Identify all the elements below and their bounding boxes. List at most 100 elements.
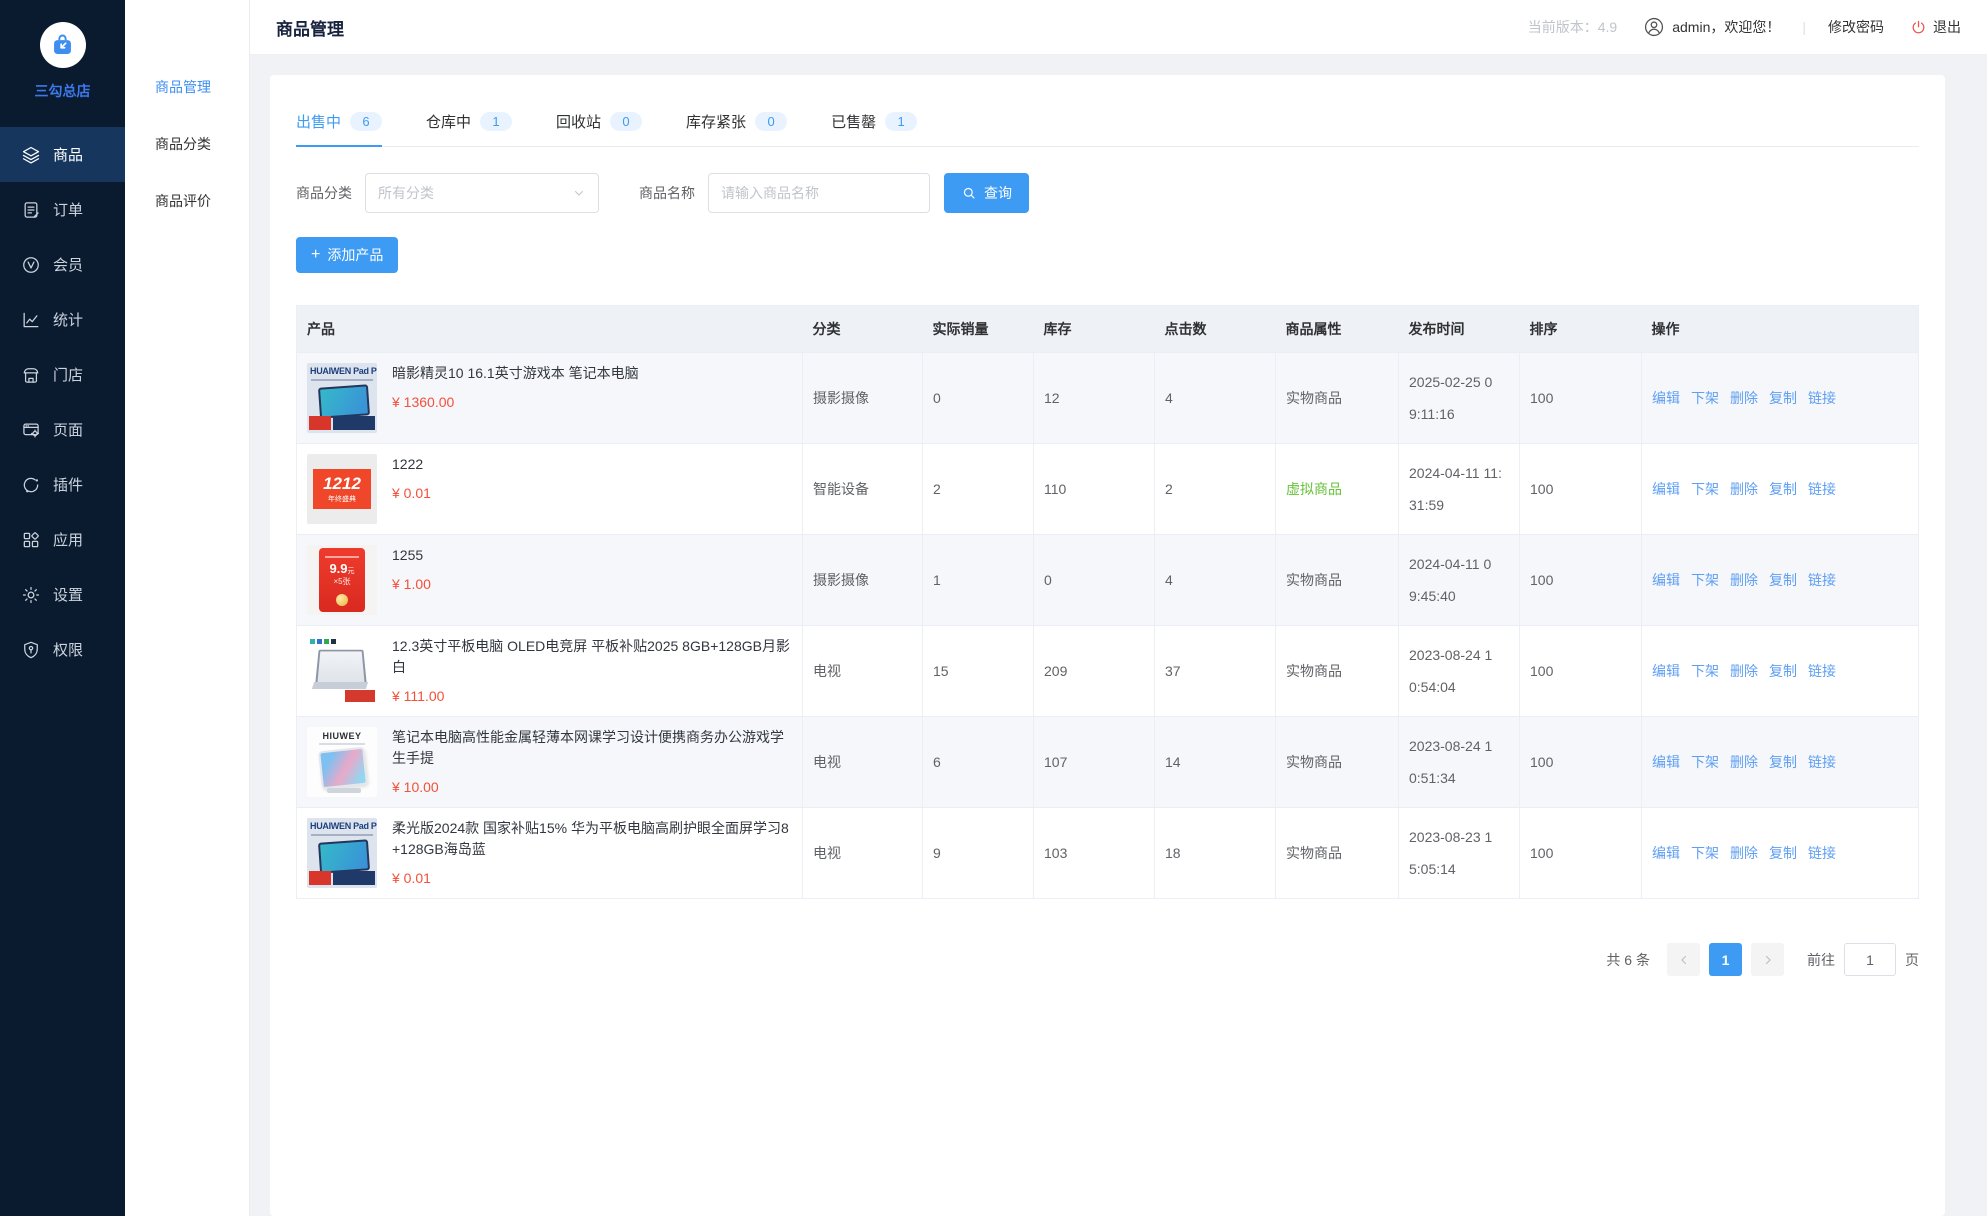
- action-copy[interactable]: 复制: [1769, 388, 1797, 408]
- sidebar-item-permission[interactable]: 权限: [0, 622, 125, 677]
- tab-recycle[interactable]: 回收站 0: [556, 101, 642, 146]
- submenu-item-manage[interactable]: 商品管理: [125, 58, 249, 115]
- tab-count-badge: 0: [755, 112, 787, 131]
- column-category: 分类: [803, 306, 923, 353]
- search-button-label: 查询: [984, 183, 1012, 203]
- action-link[interactable]: 链接: [1808, 388, 1836, 408]
- sidebar-item-apps[interactable]: 应用: [0, 512, 125, 567]
- sidebar-item-label: 设置: [53, 584, 83, 605]
- action-delete[interactable]: 删除: [1730, 752, 1758, 772]
- cell-category: 电视: [803, 808, 923, 899]
- tab-soldout[interactable]: 已售罄 1: [831, 101, 917, 146]
- plus-icon: +: [311, 247, 320, 263]
- brand-name: 三勾总店: [0, 81, 125, 101]
- cell-sort: 100: [1520, 808, 1642, 899]
- cell-clicks: 4: [1155, 353, 1276, 444]
- action-delete[interactable]: 删除: [1730, 661, 1758, 681]
- stats-icon: [21, 310, 41, 330]
- product-card: 出售中 6 仓库中 1 回收站 0 库存紧张 0 已售罄 1 商品分类 所有分类…: [270, 75, 1945, 1216]
- action-delete[interactable]: 删除: [1730, 479, 1758, 499]
- action-copy[interactable]: 复制: [1769, 479, 1797, 499]
- sidebar-item-page[interactable]: 页面: [0, 402, 125, 457]
- action-delete[interactable]: 删除: [1730, 570, 1758, 590]
- cell-sales: 9: [923, 808, 1034, 899]
- cell-clicks: 37: [1155, 626, 1276, 717]
- cell-sort: 100: [1520, 535, 1642, 626]
- tab-onsale[interactable]: 出售中 6: [296, 101, 382, 146]
- action-offshelf[interactable]: 下架: [1691, 752, 1719, 772]
- user-avatar-icon: [1643, 16, 1665, 38]
- product-thumbnail: [307, 636, 377, 706]
- action-edit[interactable]: 编辑: [1652, 752, 1680, 772]
- sidebar-item-label: 应用: [53, 529, 83, 550]
- action-copy[interactable]: 复制: [1769, 570, 1797, 590]
- product-price: ¥ 1.00: [392, 576, 792, 592]
- action-edit[interactable]: 编辑: [1652, 661, 1680, 681]
- action-link[interactable]: 链接: [1808, 752, 1836, 772]
- pagination-next-button[interactable]: [1751, 943, 1784, 976]
- submenu-item-category[interactable]: 商品分类: [125, 115, 249, 172]
- tab-warehouse[interactable]: 仓库中 1: [426, 101, 512, 146]
- name-filter-label: 商品名称: [639, 183, 695, 203]
- change-password-link[interactable]: 修改密码: [1828, 17, 1884, 37]
- action-copy[interactable]: 复制: [1769, 843, 1797, 863]
- action-copy[interactable]: 复制: [1769, 661, 1797, 681]
- action-link[interactable]: 链接: [1808, 479, 1836, 499]
- action-edit[interactable]: 编辑: [1652, 843, 1680, 863]
- action-offshelf[interactable]: 下架: [1691, 479, 1719, 499]
- category-select[interactable]: 所有分类: [365, 173, 599, 213]
- welcome-text: admin，欢迎您！: [1672, 17, 1780, 37]
- header-divider: |: [1802, 19, 1806, 35]
- pagination-goto-input[interactable]: [1844, 943, 1896, 976]
- action-edit[interactable]: 编辑: [1652, 479, 1680, 499]
- action-link[interactable]: 链接: [1808, 570, 1836, 590]
- action-edit[interactable]: 编辑: [1652, 388, 1680, 408]
- logout-link[interactable]: 退出: [1910, 17, 1961, 37]
- action-offshelf[interactable]: 下架: [1691, 661, 1719, 681]
- sidebar-item-label: 商品: [53, 144, 83, 165]
- tab-lowstock[interactable]: 库存紧张 0: [686, 101, 787, 146]
- submenu-item-review[interactable]: 商品评价: [125, 172, 249, 229]
- action-delete[interactable]: 删除: [1730, 843, 1758, 863]
- product-name-input[interactable]: [708, 173, 930, 213]
- action-link[interactable]: 链接: [1808, 661, 1836, 681]
- sidebar-item-goods[interactable]: 商品: [0, 127, 125, 182]
- sidebar-item-member[interactable]: 会员: [0, 237, 125, 292]
- action-copy[interactable]: 复制: [1769, 752, 1797, 772]
- pagination-prev-button[interactable]: [1667, 943, 1700, 976]
- table-row: 12.3英寸平板电脑 OLED电竞屏 平板补贴2025 8GB+128GB月影白…: [297, 626, 1919, 717]
- page-icon: [21, 420, 41, 440]
- action-link[interactable]: 链接: [1808, 843, 1836, 863]
- sidebar-item-store[interactable]: 门店: [0, 347, 125, 402]
- brand-logo[interactable]: 三勾总店: [0, 0, 125, 101]
- sidebar-item-stats[interactable]: 统计: [0, 292, 125, 347]
- main-area: 商品管理 当前版本：4.9 admin，欢迎您！ | 修改密码: [250, 0, 1987, 1216]
- row-actions: 编辑下架删除复制链接: [1652, 388, 1908, 408]
- tab-label: 已售罄: [831, 111, 876, 132]
- cell-clicks: 2: [1155, 444, 1276, 535]
- sidebar-item-settings[interactable]: 设置: [0, 567, 125, 622]
- sidebar-item-plugin[interactable]: 插件: [0, 457, 125, 512]
- action-offshelf[interactable]: 下架: [1691, 843, 1719, 863]
- sidebar-item-order[interactable]: 订单: [0, 182, 125, 237]
- product-price: ¥ 1360.00: [392, 394, 792, 410]
- cell-stock: 110: [1034, 444, 1155, 535]
- pagination-page-1[interactable]: 1: [1709, 943, 1742, 976]
- search-button[interactable]: 查询: [944, 173, 1029, 213]
- action-edit[interactable]: 编辑: [1652, 570, 1680, 590]
- user-menu[interactable]: admin，欢迎您！: [1643, 16, 1780, 38]
- sidebar-item-label: 会员: [53, 254, 83, 275]
- action-offshelf[interactable]: 下架: [1691, 570, 1719, 590]
- product-title: 1255: [392, 545, 792, 566]
- sub-sidebar: 商品管理商品分类商品评价: [125, 0, 250, 1216]
- settings-icon: [21, 585, 41, 605]
- product-thumbnail: 9.9元×5张: [307, 545, 377, 615]
- cell-attribute: 实物商品: [1286, 390, 1342, 406]
- tab-label: 库存紧张: [686, 111, 746, 132]
- action-delete[interactable]: 删除: [1730, 388, 1758, 408]
- category-select-value: 所有分类: [378, 183, 434, 203]
- add-product-button[interactable]: + 添加产品: [296, 237, 398, 273]
- tab-count-badge: 0: [610, 112, 642, 131]
- action-offshelf[interactable]: 下架: [1691, 388, 1719, 408]
- version-label: 当前版本：4.9: [1528, 17, 1617, 37]
